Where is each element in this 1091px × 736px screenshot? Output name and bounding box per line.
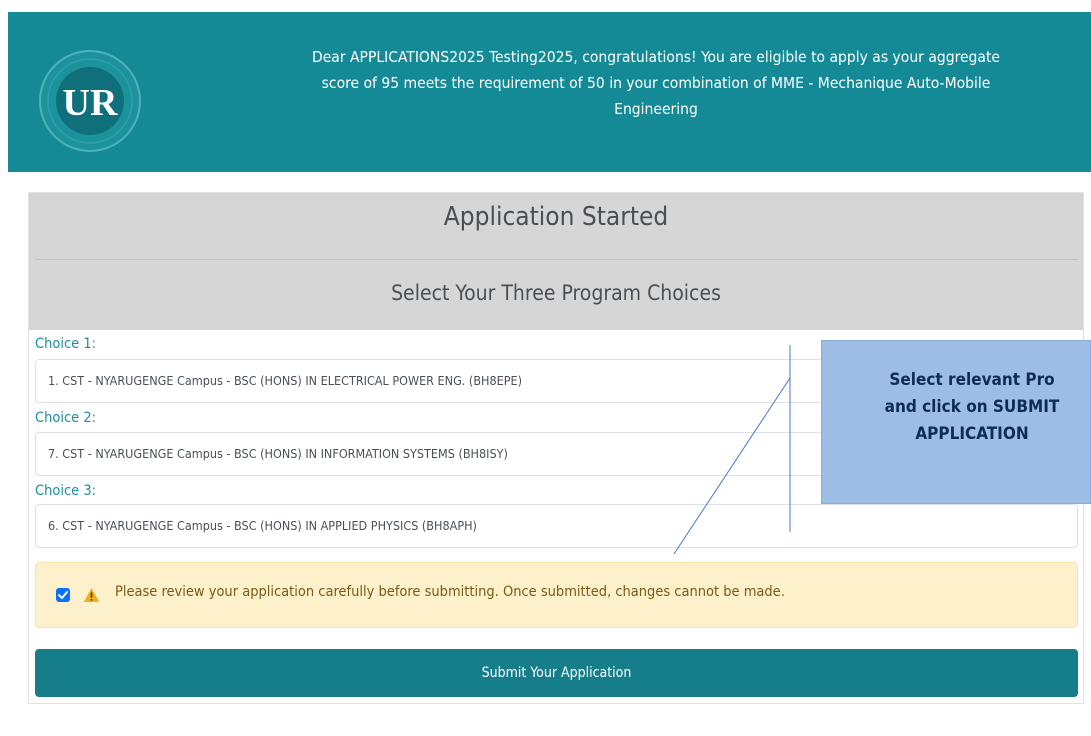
- choice-2-label: Choice 2:: [35, 410, 97, 426]
- choice-3-label: Choice 3:: [35, 483, 97, 499]
- callout-line: Select relevant Pro: [889, 370, 1055, 390]
- university-logo: UR: [38, 49, 142, 153]
- review-warning: Please review your application carefully…: [35, 562, 1078, 628]
- review-warning-text: Please review your application carefully…: [115, 584, 785, 600]
- choice-3-select[interactable]: 6. CST - NYARUGENGE Campus - BSC (HONS) …: [35, 504, 1078, 548]
- application-card-header: Application Started Select Your Three Pr…: [29, 193, 1083, 330]
- header-divider: [35, 259, 1078, 260]
- callout-line: APPLICATION: [915, 424, 1029, 444]
- eligibility-banner: UR Dear APPLICATIONS2025 Testing2025, co…: [8, 12, 1091, 172]
- eligibility-message-line: Engineering: [614, 100, 698, 118]
- eligibility-message-line: score of 95 meets the requirement of 50 …: [321, 74, 991, 92]
- callout-line: and click on SUBMIT: [884, 397, 1060, 417]
- checkmark-icon: [58, 591, 68, 599]
- warning-icon: [83, 587, 100, 603]
- program-choices-heading: Select Your Three Program Choices: [391, 281, 721, 305]
- logo-text: UR: [63, 82, 118, 124]
- page-title: Application Started: [443, 202, 669, 232]
- eligibility-message: Dear APPLICATIONS2025 Testing2025, congr…: [238, 44, 1074, 122]
- eligibility-message-line: Dear APPLICATIONS2025 Testing2025, congr…: [311, 48, 1000, 66]
- choice-1-label: Choice 1:: [35, 336, 97, 352]
- review-checkbox[interactable]: [56, 588, 70, 602]
- submit-application-button[interactable]: Submit Your Application: [35, 649, 1078, 697]
- instruction-callout: Select relevant Pro and click on SUBMIT …: [821, 340, 1091, 504]
